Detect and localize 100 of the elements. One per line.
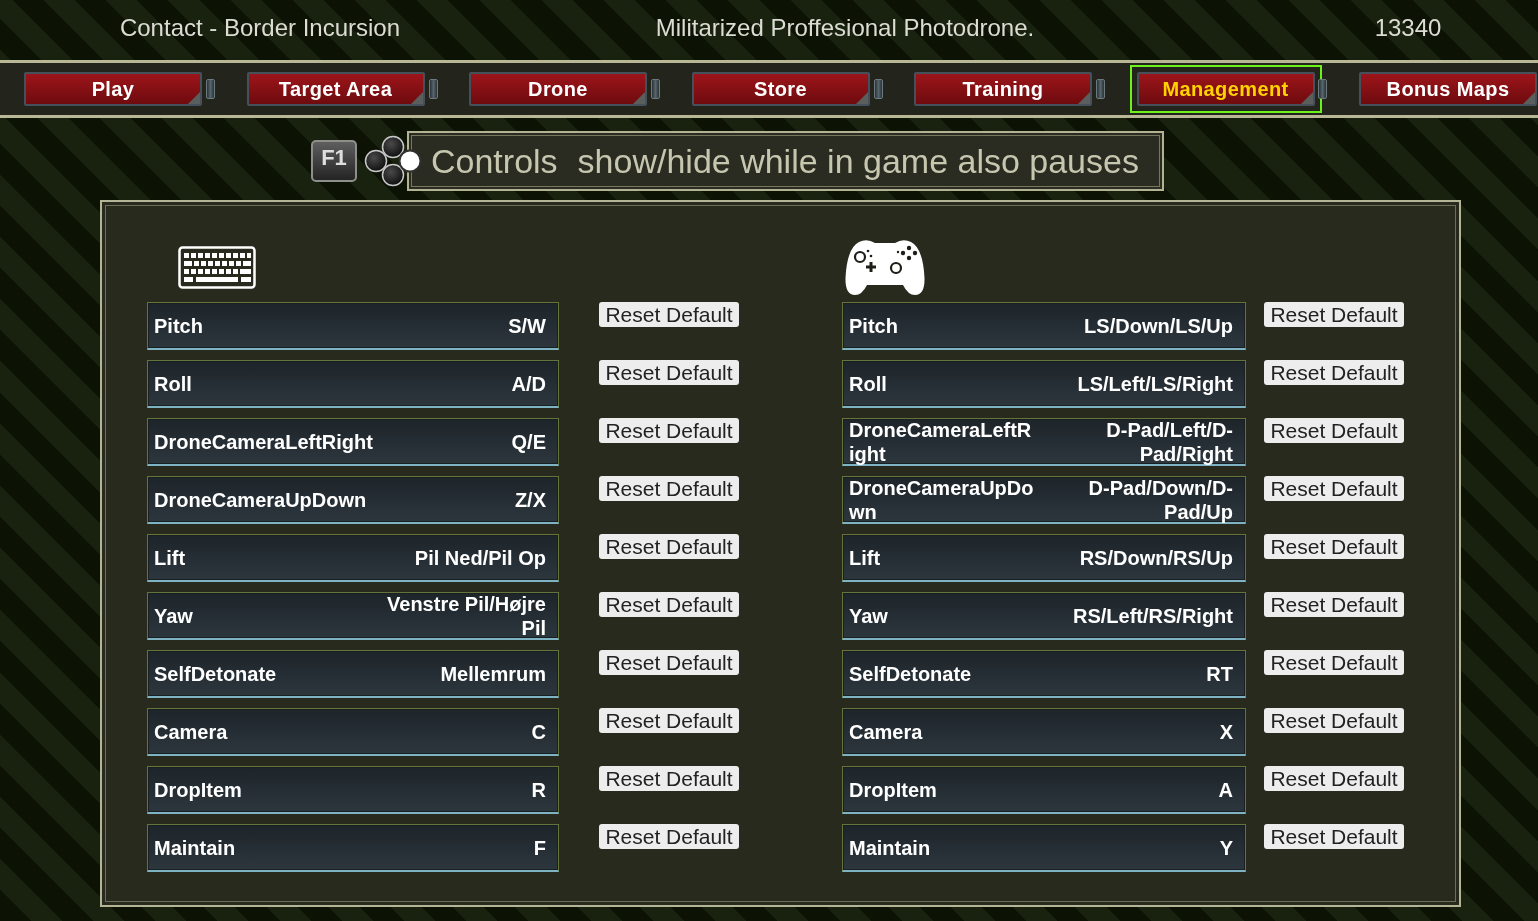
reset-default-button[interactable]: Reset Default (599, 476, 739, 501)
reset-default-button[interactable]: Reset Default (1264, 766, 1404, 791)
keyboard-icon (178, 245, 256, 289)
binding-field[interactable]: Lift RS/Down/RS/Up (842, 534, 1246, 582)
action-label: Roll (154, 371, 193, 396)
connector-icon (1096, 79, 1105, 99)
reset-default-button[interactable]: Reset Default (1264, 708, 1404, 733)
binding-field[interactable]: SelfDetonate RT (842, 650, 1246, 698)
binding-field[interactable]: DroneCameraLeftRight Q/E (147, 418, 559, 466)
reset-default-button[interactable]: Reset Default (599, 708, 739, 733)
binding-field[interactable]: DropItem A (842, 766, 1246, 814)
reset-default-button[interactable]: Reset Default (599, 824, 739, 849)
binding-value: Pil Ned/Pil Op (414, 545, 546, 570)
binding-value: X (1219, 719, 1233, 744)
binding-value: RS/Down/RS/Up (1079, 545, 1233, 570)
tab[interactable]: Target Area (246, 72, 425, 106)
binding-value: F (533, 835, 546, 860)
reset-default-button[interactable]: Reset Default (1264, 824, 1404, 849)
action-label: SelfDetonate (154, 661, 278, 686)
binding-value: D-Pad/Down/D-Pad/Up (1087, 475, 1233, 524)
action-label: DropItem (154, 777, 243, 802)
binding-value: R (531, 777, 546, 802)
binding-value: C (531, 719, 546, 744)
binding-field[interactable]: Yaw Venstre Pil/Højre Pil (147, 592, 559, 640)
tab[interactable]: Store (691, 72, 870, 106)
tab[interactable]: Training (914, 72, 1092, 106)
binding-field[interactable]: Camera C (147, 708, 559, 756)
binding-value: Z/X (514, 487, 546, 512)
reset-default-button[interactable]: Reset Default (1264, 592, 1404, 617)
binding-value: RT (1206, 661, 1233, 686)
action-label: Pitch (154, 313, 204, 338)
reset-default-button[interactable]: Reset Default (599, 650, 739, 675)
binding-field[interactable]: DroneCameraLeftRight D-Pad/Left/D-Pad/Right (842, 418, 1246, 466)
action-label: DropItem (849, 777, 938, 802)
tab[interactable]: Management (1129, 65, 1322, 113)
action-label: Yaw (849, 603, 889, 628)
binding-field[interactable]: Roll LS/Left/LS/Right (842, 360, 1246, 408)
connector-icon (206, 79, 215, 99)
action-label: Camera (849, 719, 924, 744)
action-label: DroneCameraUpDown (154, 487, 368, 512)
reset-default-button[interactable]: Reset Default (1264, 302, 1404, 327)
reset-default-button[interactable]: Reset Default (599, 302, 739, 327)
action-label: DroneCameraLeftRight (154, 429, 374, 454)
reset-default-button[interactable]: Reset Default (599, 766, 739, 791)
binding-field[interactable]: Maintain Y (842, 824, 1246, 872)
binding-value: D-Pad/Left/D-Pad/Right (1105, 417, 1233, 466)
action-label: DroneCameraUpDown (849, 475, 1035, 524)
button-cluster-icon (364, 135, 422, 187)
reset-default-button[interactable]: Reset Default (599, 360, 739, 385)
binding-field[interactable]: Yaw RS/Left/RS/Right (842, 592, 1246, 640)
binding-field[interactable]: Pitch S/W (147, 302, 559, 350)
controls-hint: show/hide while in game also pauses (577, 141, 1139, 181)
binding-value: A (1218, 777, 1233, 802)
binding-value: Venstre Pil/Højre Pil (386, 591, 546, 640)
tab[interactable]: Bonus Maps (1359, 72, 1537, 106)
hotkey-keycap: F1 (311, 140, 357, 182)
action-label: Yaw (154, 603, 194, 628)
binding-field[interactable]: DropItem R (147, 766, 559, 814)
action-label: Pitch (849, 313, 899, 338)
binding-field[interactable]: DroneCameraUpDown D-Pad/Down/D-Pad/Up (842, 476, 1246, 524)
reset-default-button[interactable]: Reset Default (1264, 476, 1404, 501)
tab[interactable]: Play (24, 72, 202, 106)
action-label: Camera (154, 719, 229, 744)
binding-value: A/D (511, 371, 546, 396)
action-label: Maintain (154, 835, 237, 860)
reset-default-button[interactable]: Reset Default (599, 592, 739, 617)
mission-title: Contact - Border Incursion (119, 14, 401, 42)
binding-field[interactable]: Lift Pil Ned/Pil Op (147, 534, 559, 582)
binding-value: Q/E (511, 429, 546, 454)
binding-field[interactable]: Maintain F (147, 824, 559, 872)
reset-default-button[interactable]: Reset Default (1264, 418, 1404, 443)
reset-default-button[interactable]: Reset Default (599, 418, 739, 443)
connector-icon (873, 79, 883, 99)
tab[interactable]: Drone (469, 72, 647, 106)
action-label: DroneCameraLeftRight (849, 417, 1033, 466)
binding-value: Mellemrum (440, 661, 546, 686)
binding-value: LS/Left/LS/Right (1077, 371, 1233, 396)
reset-default-button[interactable]: Reset Default (1264, 650, 1404, 675)
action-label: Maintain (849, 835, 932, 860)
gamepad-icon (845, 238, 925, 296)
connector-icon (651, 79, 660, 99)
binding-field[interactable]: Roll A/D (147, 360, 559, 408)
binding-value: Y (1219, 835, 1233, 860)
reset-default-button[interactable]: Reset Default (1264, 360, 1404, 385)
connector-icon (428, 79, 438, 99)
action-label: Roll (849, 371, 888, 396)
binding-field[interactable]: Pitch LS/Down/LS/Up (842, 302, 1246, 350)
reset-default-button[interactable]: Reset Default (599, 534, 739, 559)
binding-field[interactable]: Camera X (842, 708, 1246, 756)
connector-icon (1317, 79, 1327, 99)
credits-value: 13340 (1374, 14, 1442, 42)
controls-title: Controls (431, 141, 558, 181)
binding-value: LS/Down/LS/Up (1084, 313, 1233, 338)
binding-value: S/W (508, 313, 546, 338)
action-label: SelfDetonate (849, 661, 973, 686)
drone-name: Militarized Proffesional Photodrone. (655, 14, 1035, 42)
action-label: Lift (154, 545, 187, 570)
reset-default-button[interactable]: Reset Default (1264, 534, 1404, 559)
binding-field[interactable]: SelfDetonate Mellemrum (147, 650, 559, 698)
binding-field[interactable]: DroneCameraUpDown Z/X (147, 476, 559, 524)
